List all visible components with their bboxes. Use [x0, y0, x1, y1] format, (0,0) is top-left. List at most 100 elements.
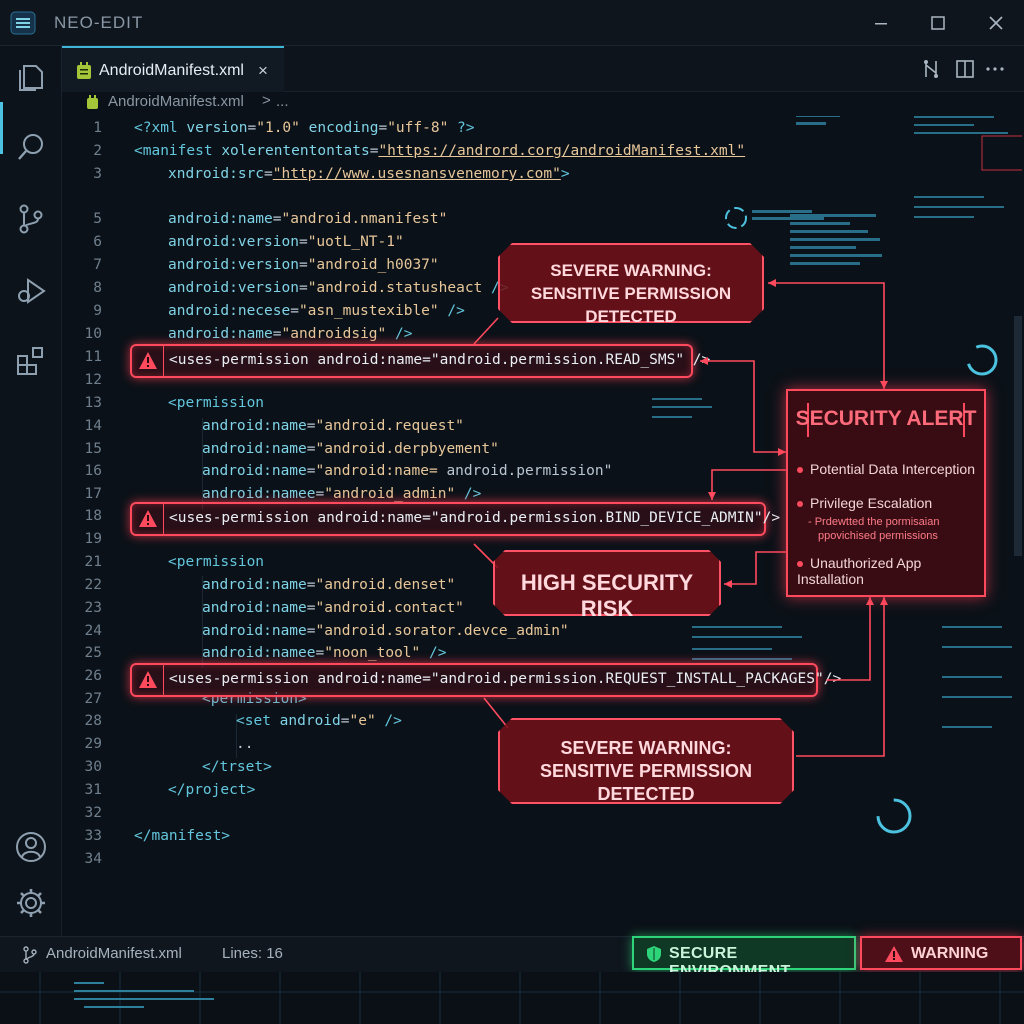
maximize-icon[interactable] [925, 10, 951, 36]
code-token: > [560, 166, 570, 182]
code-line[interactable]: 25 android:namee="noon_tool" /> [62, 643, 1022, 665]
activity-bar [0, 46, 62, 936]
code-line[interactable]: 5 android:name="android.nmanifest" [62, 209, 1022, 231]
files-icon[interactable] [14, 60, 48, 94]
code-text: android:name="android.request" [202, 418, 464, 434]
warning-badge[interactable]: WARNING [860, 936, 1022, 970]
warning-icon [132, 504, 164, 534]
app-title: NEO-EDIT [54, 13, 144, 32]
code-text: android:namee="android_admin" /> [202, 486, 481, 502]
compare-icon[interactable] [920, 58, 942, 80]
more-icon[interactable] [984, 58, 1006, 80]
run-debug-icon[interactable] [14, 274, 48, 308]
tab-close-button[interactable]: × [258, 61, 268, 81]
line-number: 29 [84, 736, 102, 752]
search-icon[interactable] [14, 130, 48, 164]
code-token: /> [375, 713, 402, 729]
high-risk-callout: HIGH SECURITY RISK [493, 550, 721, 616]
code-token: = [290, 303, 299, 319]
code-token: android:namee [202, 486, 316, 502]
code-token: android:name [202, 441, 307, 457]
permission-highlight[interactable]: <uses-permission android:name="android.p… [130, 663, 841, 697]
extensions-icon[interactable] [14, 344, 48, 378]
shield-icon [647, 946, 661, 962]
code-token: ?> [448, 120, 475, 136]
account-icon[interactable] [14, 830, 48, 864]
line-number: 18 [84, 508, 102, 524]
code-token: "android.derpbyement" [315, 441, 499, 457]
code-line[interactable]: 24 android:name="android.sorator.devce_ad… [62, 621, 1022, 643]
code-line[interactable]: 2 <manifest xolerententontats="https://an… [62, 141, 1022, 163]
line-number: 25 [84, 645, 102, 661]
alert-item: Potential Data Interception [797, 461, 975, 477]
code-line[interactable]: 32 [62, 803, 1022, 825]
code-token: "http://www.usesnansvenemory.com" [272, 166, 561, 182]
code-line[interactable]: 34 [62, 849, 1022, 871]
source-control-icon[interactable] [14, 202, 48, 236]
line-number: 33 [84, 828, 102, 844]
menu-icon[interactable] [10, 11, 36, 35]
warning-icon [132, 665, 164, 695]
status-lines[interactable]: Lines: 16 [222, 945, 283, 962]
line-number: 7 [93, 257, 102, 273]
line-number: 9 [93, 303, 102, 319]
code-text: <manifest xolerententontats="https://and… [134, 143, 745, 159]
code-token: /> [438, 303, 465, 319]
code-token: <set [236, 713, 280, 729]
line-number: 17 [84, 486, 102, 502]
close-icon[interactable] [983, 10, 1009, 36]
code-token: android:name [202, 577, 307, 593]
bullet-icon [797, 467, 803, 474]
code-token: = [306, 418, 316, 434]
line-number: 23 [84, 600, 102, 616]
code-token: "android.nmanifest" [281, 211, 448, 227]
code-token: = [272, 211, 282, 227]
secure-environment-badge[interactable]: SECURE ENVIRONMENT [632, 936, 856, 980]
line-number: 26 [84, 668, 102, 684]
minimize-icon[interactable] [868, 10, 894, 36]
code-line[interactable]: 3 xndroid:src="http://www.usesnansvenemor… [62, 164, 1022, 186]
line-number: 2 [93, 143, 102, 159]
breadcrumb-file[interactable]: AndroidManifest.xml [108, 93, 244, 110]
callout-line: SEVERE WARNING: [550, 261, 712, 280]
alert-title: SECURITY ALERT [795, 407, 977, 430]
split-editor-icon[interactable] [954, 58, 976, 80]
tab-androidmanifest[interactable]: AndroidManifest.xml × [62, 46, 284, 92]
permission-highlight[interactable]: <uses-permission android:name="android.p… [130, 502, 780, 536]
line-number: 31 [84, 782, 102, 798]
bullet-icon [797, 501, 803, 508]
code-token: </manifest> [134, 828, 231, 844]
code-text: android:name="android.contact" [202, 600, 464, 616]
line-number: 16 [84, 463, 102, 479]
code-line[interactable]: 1 <?xml version="1.0" encoding="uff-8" ?> [62, 118, 1022, 140]
code-token: = [315, 645, 325, 661]
line-number: 12 [84, 372, 102, 388]
alert-sub-item: ppovichised permissions [818, 530, 938, 542]
code-token: </project> [168, 782, 256, 798]
active-indicator [0, 102, 3, 154]
code-token: "uff-8" [387, 120, 449, 136]
bullet-icon [797, 561, 803, 568]
status-file[interactable]: AndroidManifest.xml [46, 945, 182, 962]
code-token: "1.0" [256, 120, 300, 136]
alert-item-label: Unauthorized App Installation [797, 555, 922, 587]
permission-highlight[interactable]: <uses-permission android:name="android.p… [130, 344, 710, 378]
code-token: <?xml [134, 120, 187, 136]
breadcrumb: AndroidManifest.xml > ... [62, 92, 1024, 114]
breadcrumb-more[interactable]: ... [276, 93, 289, 110]
code-token: = [340, 713, 350, 729]
code-line[interactable]: 33 </manifest> [62, 826, 1022, 848]
code-token: .. [236, 736, 254, 752]
code-line[interactable]: 10 android:name="androidsig" /> [62, 324, 1022, 346]
code-token: <permission [168, 395, 265, 411]
branch-icon[interactable] [22, 946, 38, 964]
alert-item: Privilege Escalation [797, 495, 932, 511]
settings-icon[interactable] [14, 886, 48, 920]
line-number: 34 [84, 851, 102, 867]
code-text: android:version="uotL_NT-1" [168, 234, 404, 250]
callout-line: HIGH SECURITY RISK [520, 570, 694, 621]
line-number: 10 [84, 326, 102, 342]
code-token: = [298, 257, 308, 273]
line-number: 1 [93, 120, 102, 136]
